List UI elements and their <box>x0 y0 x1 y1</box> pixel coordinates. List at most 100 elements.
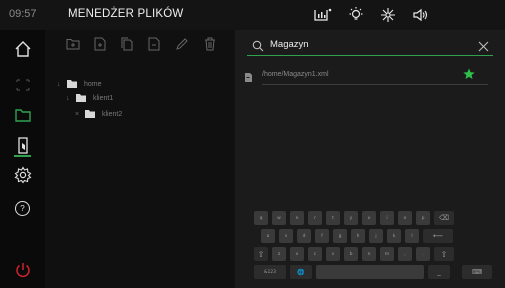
on-screen-keyboard: q w e r t y u i o p ⌫ a s d f g h j k l … <box>239 207 501 285</box>
keyboard-row: &123 🌐 _ ⌨ <box>254 265 492 279</box>
key-period[interactable]: . <box>416 247 430 261</box>
file-icon <box>245 69 252 87</box>
key-t[interactable]: t <box>326 211 340 225</box>
delete-file-button[interactable] <box>145 37 163 55</box>
key-e[interactable]: e <box>290 211 304 225</box>
fan-icon[interactable] <box>379 6 397 24</box>
sidebar: ? <box>0 30 45 288</box>
key-l[interactable]: l <box>405 229 419 243</box>
speaker-icon[interactable] <box>411 6 429 24</box>
page-title: MENEDŻER PLIKÓW <box>68 8 184 20</box>
underscore-key[interactable]: _ <box>428 265 450 279</box>
grid-icon <box>16 78 30 92</box>
clear-search-button[interactable] <box>478 39 489 57</box>
key-y[interactable]: y <box>344 211 358 225</box>
settings-icon <box>14 166 32 184</box>
power-icon <box>14 261 32 279</box>
sidebar-item-power[interactable] <box>0 256 45 284</box>
new-file-button[interactable] <box>91 37 109 55</box>
key-x[interactable]: x <box>290 247 304 261</box>
key-s[interactable]: s <box>279 229 293 243</box>
trash-icon <box>204 37 216 56</box>
key-n[interactable]: n <box>362 247 376 261</box>
key-comma[interactable]: , <box>398 247 412 261</box>
key-g[interactable]: g <box>333 229 347 243</box>
tree-item-label: klient1 <box>93 94 114 102</box>
tree-item[interactable]: ↓ home <box>57 78 102 90</box>
collapse-icon[interactable]: × <box>75 111 85 118</box>
symbols-key[interactable]: &123 <box>254 265 286 279</box>
search-result[interactable]: /home/Magazyn1.xml <box>245 67 490 85</box>
file-tree-panel: ↓ home ↓ klient1 × klient2 <box>45 30 235 288</box>
key-m[interactable]: m <box>380 247 394 261</box>
search-input[interactable]: Magazyn <box>270 39 309 50</box>
key-b[interactable]: b <box>344 247 358 261</box>
trash-button[interactable] <box>201 37 219 55</box>
light-icon[interactable] <box>347 6 365 24</box>
key-q[interactable]: q <box>254 211 268 225</box>
space-key[interactable] <box>316 265 424 279</box>
key-v[interactable]: v <box>326 247 340 261</box>
clock: 09:57 <box>9 8 37 20</box>
shift-key[interactable]: ⇧ <box>254 247 268 261</box>
key-p[interactable]: p <box>416 211 430 225</box>
backspace-key[interactable]: ⌫ <box>434 211 454 225</box>
key-r[interactable]: r <box>308 211 322 225</box>
key-c[interactable]: c <box>308 247 322 261</box>
keyboard-row: ⇧ z x c v b n m , . ⇧ <box>254 247 454 261</box>
sidebar-item-grid[interactable] <box>0 71 45 99</box>
folder-icon <box>85 110 95 118</box>
tree-item-label: home <box>84 80 102 88</box>
key-o[interactable]: o <box>398 211 412 225</box>
favorite-star-icon[interactable] <box>463 67 475 85</box>
top-bar: 09:57 MENEDŻER PLIKÓW <box>0 0 505 30</box>
copy-icon <box>121 37 133 56</box>
key-i[interactable]: i <box>380 211 394 225</box>
tree-item[interactable]: × klient2 <box>75 108 122 120</box>
tree-item[interactable]: ↓ klient1 <box>66 92 113 104</box>
sidebar-item-home[interactable] <box>0 35 45 63</box>
edit-button[interactable] <box>173 37 191 55</box>
folder-icon <box>76 94 86 102</box>
tree-item-label: klient2 <box>102 110 123 118</box>
edit-icon <box>175 37 189 56</box>
help-icon: ? <box>15 200 30 216</box>
sidebar-item-settings[interactable] <box>0 161 45 189</box>
enter-key[interactable]: ⟵ <box>423 229 453 243</box>
language-key[interactable]: 🌐 <box>290 265 312 279</box>
key-d[interactable]: d <box>297 229 311 243</box>
search-panel: Magazyn /home/Magazyn1.xml q w e r t y u… <box>235 30 505 288</box>
new-file-icon <box>94 37 106 56</box>
status-icons <box>313 4 429 26</box>
search-field[interactable]: Magazyn <box>247 36 493 56</box>
key-j[interactable]: j <box>369 229 383 243</box>
expand-arrow-icon[interactable]: ↓ <box>66 95 76 102</box>
key-z[interactable]: z <box>272 247 286 261</box>
folder-icon <box>14 108 31 122</box>
key-u[interactable]: u <box>362 211 376 225</box>
usb-status-icon[interactable] <box>313 7 333 23</box>
copy-button[interactable] <box>118 37 136 55</box>
hide-keyboard-key[interactable]: ⌨ <box>462 265 492 279</box>
keyboard-row: a s d f g h j k l ⟵ <box>261 229 453 243</box>
shift-key[interactable]: ⇧ <box>434 247 454 261</box>
keyboard-row: q w e r t y u i o p ⌫ <box>254 211 454 225</box>
key-a[interactable]: a <box>261 229 275 243</box>
key-k[interactable]: k <box>387 229 401 243</box>
close-icon <box>478 39 489 56</box>
new-folder-icon <box>66 37 80 55</box>
help-label: ? <box>20 203 25 213</box>
search-icon <box>252 39 264 57</box>
key-h[interactable]: h <box>351 229 365 243</box>
result-path: /home/Magazyn1.xml <box>262 71 329 78</box>
key-w[interactable]: w <box>272 211 286 225</box>
active-indicator <box>14 155 31 157</box>
sidebar-item-files[interactable] <box>0 101 45 129</box>
key-f[interactable]: f <box>315 229 329 243</box>
home-icon <box>14 40 32 58</box>
delete-file-icon <box>148 37 160 56</box>
sidebar-item-help[interactable]: ? <box>0 194 45 222</box>
folder-icon <box>67 80 77 88</box>
expand-arrow-icon[interactable]: ↓ <box>57 81 67 88</box>
new-folder-button[interactable] <box>64 37 82 55</box>
